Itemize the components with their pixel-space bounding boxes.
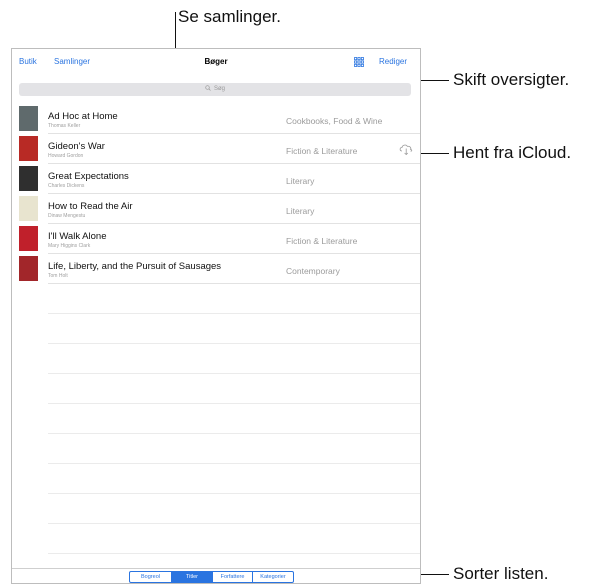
book-category: Cookbooks, Food & Wine xyxy=(286,116,383,126)
empty-row-divider xyxy=(48,313,420,314)
book-row[interactable]: How to Read the Air Dinaw Mengestu Literar… xyxy=(12,194,420,224)
search-placeholder: Søg xyxy=(213,86,225,92)
book-category: Literary xyxy=(286,176,315,186)
sort-tab-bogreol[interactable]: Bogreol xyxy=(130,572,171,582)
book-cover xyxy=(19,136,38,161)
edit-button[interactable]: Rediger xyxy=(379,57,407,66)
callout-views: Skift oversigter. xyxy=(453,70,570,89)
callout-collections: Se samlinger. xyxy=(178,7,281,26)
sort-segmented-control: Bogreol Titler Forfattere Kategorier xyxy=(129,571,294,583)
book-title: Life, Liberty, and the Pursuit of Sausag… xyxy=(48,261,222,272)
sort-tab-titler[interactable]: Titler xyxy=(171,572,212,582)
book-cover xyxy=(19,166,38,191)
empty-row-divider xyxy=(48,493,420,494)
icloud-download-icon[interactable] xyxy=(398,142,414,156)
callout-icloud: Hent fra iCloud. xyxy=(453,143,572,162)
books-app-window: Butik Samlinger Bøger Rediger Søg Ad Hoc… xyxy=(11,48,421,584)
book-author: Mary Higgins Clark xyxy=(48,243,91,249)
book-row[interactable]: I'll Walk Alone Mary Higgins Clark Fiction… xyxy=(12,224,420,254)
empty-row-divider xyxy=(48,373,420,374)
sort-tab-forfattere[interactable]: Forfattere xyxy=(212,572,252,582)
book-author: Tom Holt xyxy=(48,273,68,279)
book-cover xyxy=(19,106,38,131)
book-cover xyxy=(19,226,38,251)
book-title: How to Read the Air xyxy=(48,201,133,212)
empty-row-divider xyxy=(48,433,420,434)
book-row[interactable]: Gideon's War Howard Gordon Fiction & Liter… xyxy=(12,134,420,164)
empty-row-divider xyxy=(48,343,420,344)
book-title: Great Expectations xyxy=(48,171,129,182)
sort-tab-kategorier[interactable]: Kategorier xyxy=(252,572,293,582)
book-author: Howard Gordon xyxy=(48,153,84,159)
book-title: I'll Walk Alone xyxy=(48,231,107,242)
book-author: Thomas Keller xyxy=(48,123,81,129)
callout-sort: Sorter listen. xyxy=(453,564,549,583)
book-category: Fiction & Literature xyxy=(286,146,358,156)
empty-row-divider xyxy=(48,523,420,524)
empty-row-divider xyxy=(48,553,420,554)
book-cover xyxy=(19,196,38,221)
book-title: Gideon's War xyxy=(48,141,105,152)
row-divider xyxy=(48,283,420,284)
search-field[interactable]: Søg xyxy=(19,83,411,96)
search-icon xyxy=(205,83,211,96)
navigation-bar: Butik Samlinger Bøger Rediger xyxy=(12,49,420,75)
book-category: Contemporary xyxy=(286,266,340,276)
empty-row-divider xyxy=(48,403,420,404)
book-category: Literary xyxy=(286,206,315,216)
book-author: Dinaw Mengestu xyxy=(48,213,86,219)
book-row[interactable]: Ad Hoc at Home Thomas Keller Cookbooks, Fo… xyxy=(12,104,420,134)
book-title: Ad Hoc at Home xyxy=(48,111,118,122)
book-row[interactable]: Life, Liberty, and the Pursuit of Sausag… xyxy=(12,254,420,284)
book-cover xyxy=(19,256,38,281)
sort-toolbar: Bogreol Titler Forfattere Kategorier xyxy=(12,568,420,583)
book-category: Fiction & Literature xyxy=(286,236,358,246)
book-author: Charles Dickens xyxy=(48,183,85,189)
grid-view-icon[interactable] xyxy=(354,57,364,67)
book-row[interactable]: Great Expectations Charles Dickens Literar… xyxy=(12,164,420,194)
empty-row-divider xyxy=(48,463,420,464)
